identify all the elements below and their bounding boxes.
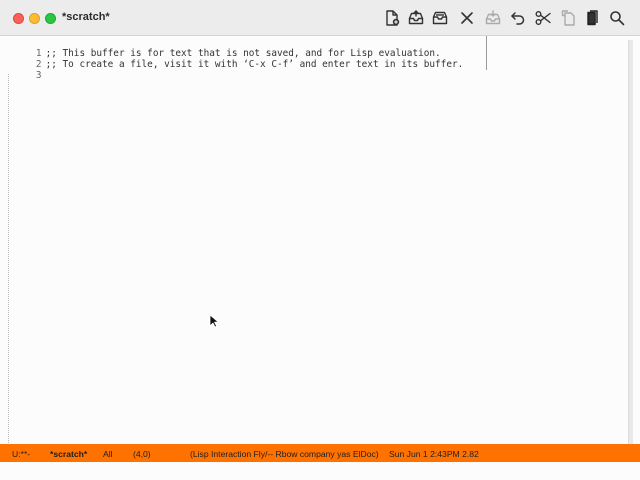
minimize-window-button[interactable] [29, 13, 40, 24]
modeline-datetime: Sun Jun 1 2:43PM 2.82 [389, 449, 479, 459]
search-icon [610, 11, 625, 26]
zoom-window-button[interactable] [45, 13, 56, 24]
save-icon [485, 10, 501, 25]
close-buffer-button[interactable] [457, 8, 477, 28]
undo-button[interactable] [508, 8, 528, 28]
open-icon [408, 10, 424, 25]
modeline-position: All [103, 449, 113, 459]
new-file-icon [386, 10, 400, 26]
modeline-status: U:**- [12, 449, 31, 459]
dired-icon [432, 11, 448, 25]
buffer-line: 2;; To create a file, visit it with ‘C-x… [10, 48, 463, 70]
close-window-button[interactable] [13, 13, 24, 24]
modeline-modes[interactable]: (Lisp Interaction Fly/-- Rbow company ya… [190, 449, 379, 459]
cut-button[interactable] [533, 8, 553, 28]
copy-button[interactable] [558, 8, 578, 28]
editor-buffer[interactable] [9, 36, 628, 444]
modeline-buffer-name[interactable]: *scratch* [50, 449, 87, 459]
echo-area[interactable] [0, 462, 640, 480]
undo-icon [511, 12, 525, 25]
line-number: 3 [35, 70, 42, 81]
search-button[interactable] [607, 8, 627, 28]
paste-button[interactable] [582, 8, 602, 28]
buffer-line: 1;; This buffer is for text that is not … [10, 37, 441, 59]
paste-icon [587, 10, 598, 26]
emacs-window: *scratch* 1 ;; This buffer is for text t… [0, 0, 640, 480]
cut-icon [535, 11, 551, 25]
scrollbar-thumb[interactable] [629, 40, 633, 444]
close-icon [461, 12, 473, 24]
modeline-line-col: (4,0) [133, 449, 151, 459]
mode-line: U:**- *scratch* All (4,0) (Lisp Interact… [0, 444, 640, 462]
line-text: ;; To create a file, visit it with ‘C-x … [45, 59, 464, 70]
mouse-pointer-icon [209, 314, 219, 328]
buffer-line: 3 [10, 59, 46, 81]
dired-button[interactable] [430, 8, 450, 28]
new-file-button[interactable] [382, 8, 402, 28]
open-button[interactable] [406, 8, 426, 28]
title-bar: *scratch* [0, 0, 640, 36]
copy-icon [561, 10, 575, 26]
vertical-scrollbar[interactable] [628, 40, 633, 444]
window-title: *scratch* [62, 11, 110, 23]
fill-column-indicator [486, 36, 487, 70]
save-button[interactable] [483, 8, 503, 28]
